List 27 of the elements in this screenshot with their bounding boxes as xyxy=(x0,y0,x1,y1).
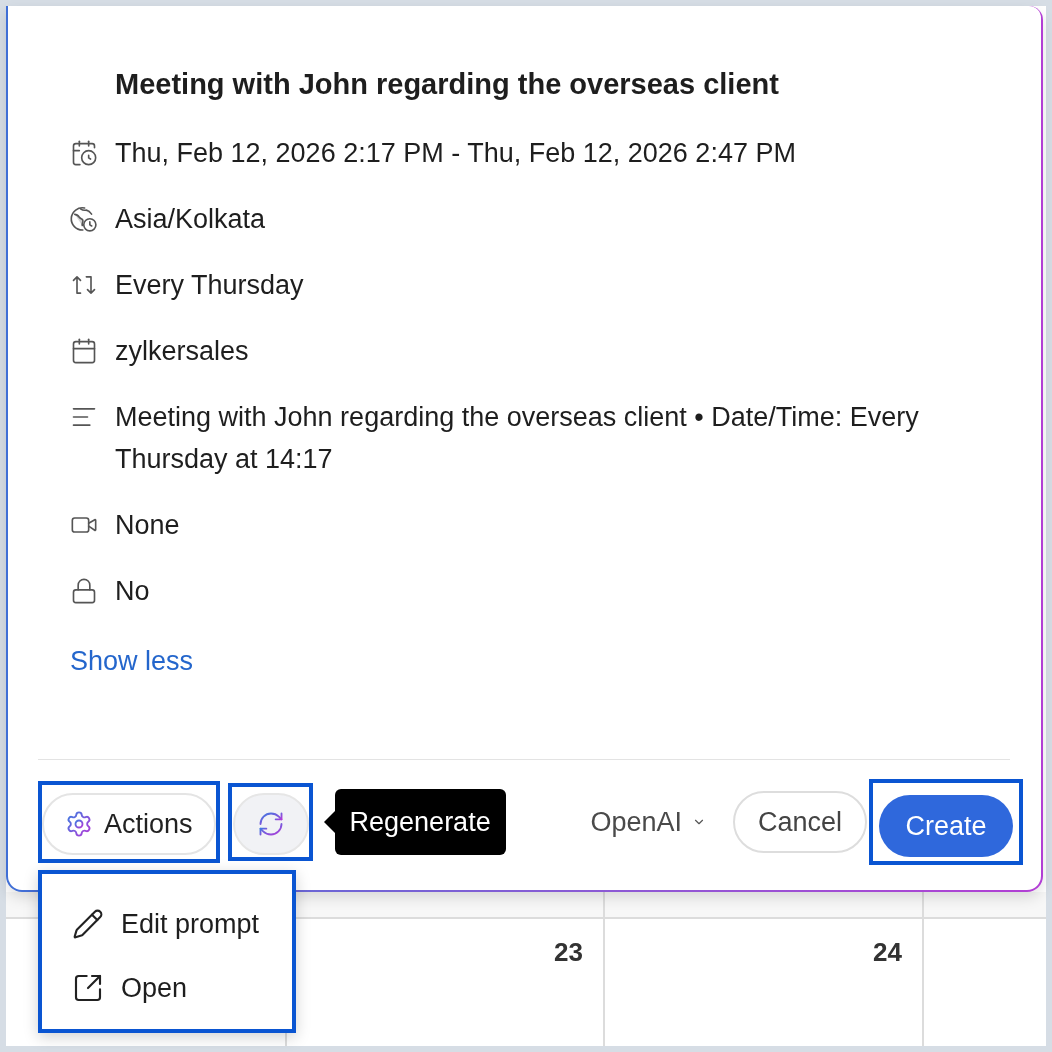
pencil-icon xyxy=(72,908,104,940)
regenerate-button[interactable] xyxy=(232,793,309,855)
calendar-icon xyxy=(70,337,98,365)
event-title: Meeting with John regarding the overseas client xyxy=(115,67,779,102)
time-zone-text: Asia/Kolkata xyxy=(115,203,266,236)
calendar-clock-icon xyxy=(70,139,98,167)
recurrence-text: Every Thursday xyxy=(115,269,304,302)
menu-item[interactable]: Edit prompt xyxy=(72,901,272,947)
calendar-name-text: zylkersales xyxy=(115,335,249,368)
tooltip-pointer-icon xyxy=(322,811,335,833)
description-text: Meeting with John regarding the overseas client • Date/Time: Every Thursday at 14:17 xyxy=(115,401,920,476)
model-dropdown[interactable]: OpenAI xyxy=(590,801,706,843)
tooltip: Regenerate xyxy=(322,789,506,855)
globe-clock-icon xyxy=(70,205,98,233)
menu-item[interactable]: Open xyxy=(72,965,272,1011)
day-number: 24 xyxy=(873,936,902,969)
actions-button[interactable]: Actions xyxy=(42,793,216,855)
privacy-text: No xyxy=(115,575,150,608)
create-button[interactable]: Create xyxy=(879,795,1013,857)
external-link-icon xyxy=(72,972,104,1004)
date-time-text: Thu, Feb 12, 2026 2:17 PM - Thu, Feb 12, 2026 2:47 PM xyxy=(115,137,796,170)
show-less-link[interactable]: Show less xyxy=(70,640,194,682)
cancel-button[interactable]: Cancel xyxy=(733,791,867,853)
conference-text: None xyxy=(115,509,180,542)
day-number: 23 xyxy=(554,936,583,969)
gear-icon xyxy=(65,810,93,838)
lock-icon xyxy=(70,577,98,605)
